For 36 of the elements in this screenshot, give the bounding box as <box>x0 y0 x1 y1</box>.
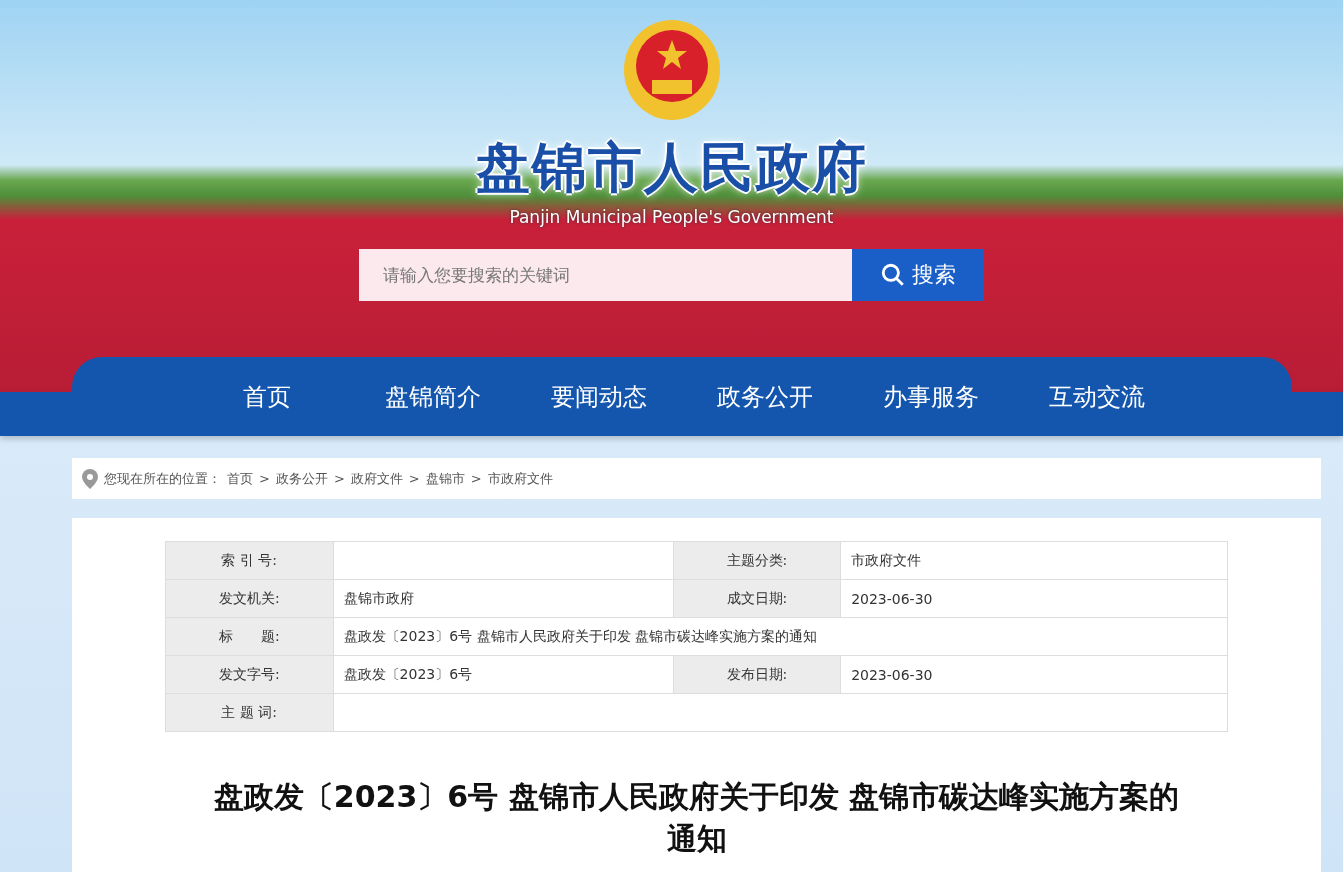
field-value: 2023-06-30 <box>851 666 933 683</box>
breadcrumb-separator: > <box>259 471 270 486</box>
nav-item[interactable]: 互动交流 <box>1014 380 1180 413</box>
nav-item[interactable]: 办事服务 <box>848 380 1014 413</box>
site-subtitle: Panjin Municipal People's Government <box>509 207 834 227</box>
field-label: 发文字号: <box>165 655 334 694</box>
field-label: 发文机关: <box>165 579 334 618</box>
search-icon <box>880 262 906 288</box>
nav-item[interactable]: 首页 <box>184 380 350 413</box>
field-label: 索 引 号: <box>165 541 334 580</box>
field-value: 盘政发〔2023〕6号 <box>343 665 473 682</box>
field-value: 市政府文件 <box>851 551 922 568</box>
location-pin-icon <box>82 468 98 489</box>
breadcrumb-separator: > <box>470 471 482 486</box>
search-button[interactable]: 搜索 <box>852 249 984 301</box>
nav-item[interactable]: 盘锦简介 <box>350 380 516 413</box>
breadcrumb-link[interactable]: 市政府文件 <box>487 469 553 488</box>
article-title: 盘政发〔2023〕6号 盘锦市人民政府关于印发 盘锦市碳达峰实施方案的通知 <box>212 778 1181 858</box>
field-value: 盘政发〔2023〕6号 盘锦市人民政府关于印发 盘锦市碳达峰实施方案的通知 <box>343 627 817 644</box>
breadcrumb-link[interactable]: 盘锦市 <box>425 469 465 488</box>
nav-item[interactable]: 要闻动态 <box>516 380 682 413</box>
breadcrumb-label: 您现在所在的位置： <box>104 469 221 488</box>
field-value: 2023-06-30 <box>851 590 933 607</box>
field-value: 盘锦市政府 <box>343 589 414 606</box>
breadcrumb-separator: > <box>333 471 345 486</box>
breadcrumb-link[interactable]: 政府文件 <box>350 469 403 488</box>
nav-item[interactable]: 政务公开 <box>682 380 848 413</box>
breadcrumb-link[interactable]: 首页 <box>227 469 253 488</box>
breadcrumb-link[interactable]: 政务公开 <box>275 469 328 488</box>
field-label: 主题分类: <box>673 541 841 580</box>
field-label: 主 题 词: <box>165 693 334 732</box>
field-label: 发布日期: <box>673 655 841 694</box>
search-field[interactable]: 请输入您要搜索的关键词 <box>359 249 852 301</box>
breadcrumb-separator: > <box>408 471 420 486</box>
field-label: 标 题: <box>165 617 334 656</box>
field-label: 成文日期: <box>673 579 841 618</box>
